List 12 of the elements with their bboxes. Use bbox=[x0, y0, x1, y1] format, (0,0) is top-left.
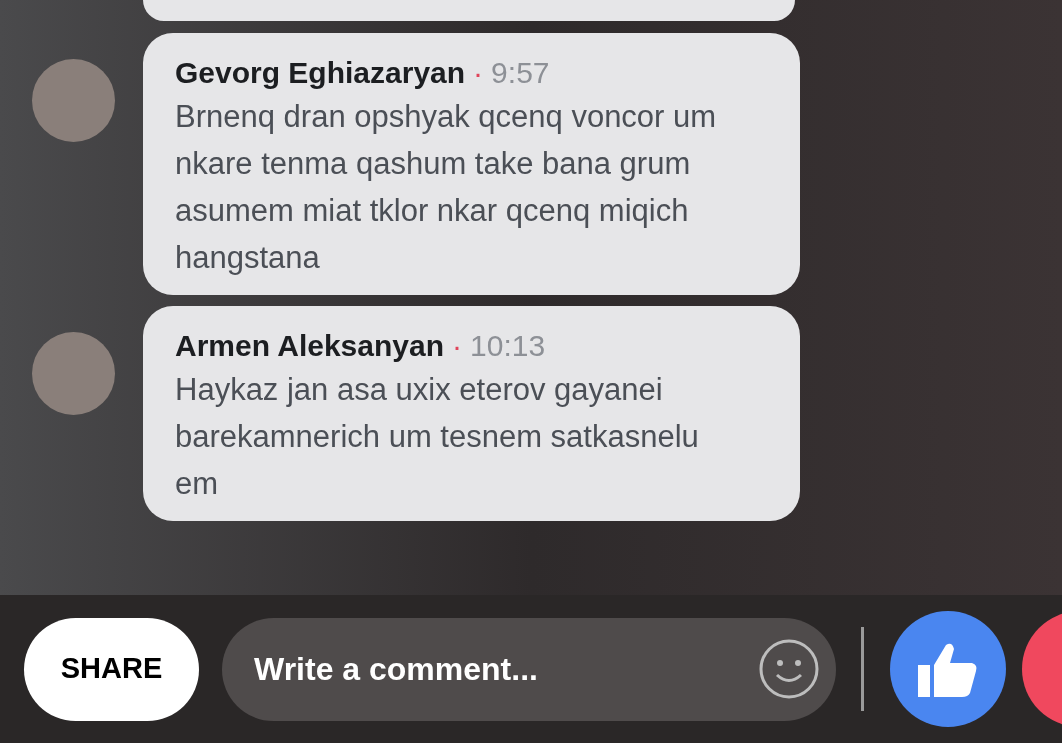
comment-text: Brnenq dran opshyak qcenq voncor um nkare tenma qashum take bana grum asumem miat tklor nkar qcenq miqich hangstana bbox=[175, 98, 718, 277]
thumbs-up-icon bbox=[918, 641, 978, 697]
author-name[interactable]: Gevorg Eghiazaryan bbox=[175, 53, 466, 93]
smiley-icon[interactable] bbox=[758, 637, 820, 700]
comment-text: Haykaz jan asa uxix eterov gayanei barekamnerich um tesnem satkasnelu em bbox=[175, 371, 700, 503]
comment-time: 10:13 bbox=[470, 328, 546, 364]
separator-dot: · bbox=[473, 55, 484, 91]
share-button[interactable]: SHARE bbox=[24, 617, 199, 721]
separator-dot: · bbox=[452, 328, 462, 364]
comment-time: 9:57 bbox=[491, 55, 550, 91]
author-name[interactable]: Armen Aleksanyan bbox=[175, 326, 444, 366]
comment-field[interactable]: Write a comment... bbox=[222, 617, 836, 721]
